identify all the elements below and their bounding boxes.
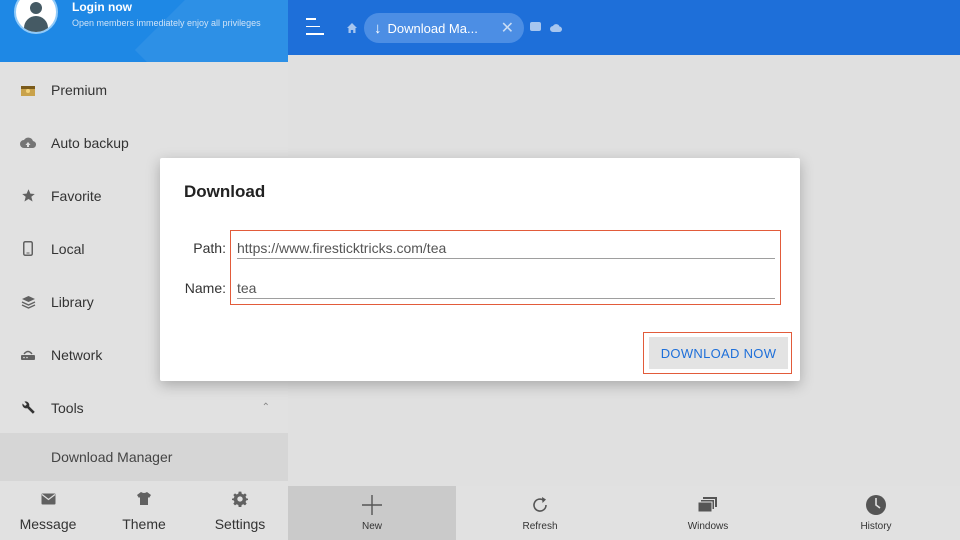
envelope-icon [41, 490, 56, 508]
windows-button[interactable]: Windows [624, 486, 792, 540]
cloud-icon[interactable] [550, 20, 563, 33]
path-input[interactable] [237, 237, 775, 259]
star-icon [20, 188, 36, 204]
sidebar-item-label: Tools [51, 399, 84, 416]
sidebar-item-tools[interactable]: Tools ⌃ [0, 381, 288, 434]
message-label: Message [19, 515, 77, 532]
sidebar-item-label: Favorite [51, 187, 102, 204]
download-now-button[interactable]: DOWNLOAD NOW [649, 337, 788, 369]
theme-label: Theme [122, 515, 166, 532]
sidebar-bottom-bar: Message Theme Settings [0, 481, 288, 540]
new-label: New [361, 521, 382, 532]
subitem-label: Download Manager [51, 449, 173, 465]
login-header[interactable]: Login now Open members immediately enjoy… [0, 0, 288, 62]
cloud-upload-icon [20, 135, 36, 151]
theme-button[interactable]: Theme [96, 481, 192, 540]
dialog-title: Download [184, 182, 266, 201]
top-bar: ↓ Download Ma... ✕ [288, 0, 960, 55]
refresh-button[interactable]: Refresh [456, 486, 624, 540]
download-dialog: Download Path: Name: DOWNLOAD NOW [160, 158, 800, 381]
phone-icon [20, 241, 36, 257]
message-button[interactable]: Message [0, 481, 96, 540]
windows-icon [697, 494, 719, 516]
router-icon [20, 347, 36, 363]
sidebar-subitem-download-manager[interactable]: Download Manager [0, 433, 288, 481]
refresh-label: Refresh [522, 521, 558, 532]
close-icon[interactable]: ✕ [501, 18, 514, 38]
chat-icon[interactable] [530, 22, 541, 31]
new-button[interactable]: New [288, 486, 456, 540]
header-decoration [134, 0, 288, 62]
shirt-icon [136, 490, 152, 508]
tab-download-manager[interactable]: ↓ Download Ma... ✕ [364, 13, 524, 43]
name-label: Name: [184, 280, 226, 296]
layers-icon [20, 294, 36, 310]
chevron-up-icon[interactable]: ⌃ [262, 402, 270, 413]
sidebar-item-label: Local [51, 240, 85, 257]
settings-label: Settings [214, 515, 266, 532]
plus-icon [361, 494, 383, 516]
sidebar-item-premium[interactable]: Premium [0, 63, 288, 116]
home-icon[interactable] [346, 21, 358, 33]
login-title[interactable]: Login now [72, 0, 132, 14]
hamburger-menu-icon[interactable] [306, 18, 324, 36]
download-arrow-icon: ↓ [374, 19, 382, 37]
wrench-icon [20, 400, 36, 416]
path-label: Path: [193, 240, 226, 256]
history-button[interactable]: History [792, 486, 960, 540]
avatar[interactable] [14, 0, 58, 34]
name-input[interactable] [237, 277, 775, 299]
crown-icon [20, 82, 36, 98]
sidebar-item-label: Auto backup [51, 134, 129, 151]
settings-button[interactable]: Settings [192, 481, 288, 540]
sidebar-item-label: Premium [51, 81, 108, 98]
login-subtitle: Open members immediately enjoy all privi… [72, 18, 261, 28]
windows-label: Windows [687, 521, 729, 532]
sidebar-item-label: Network [51, 346, 103, 363]
sidebar-item-label: Library [51, 293, 94, 310]
gear-icon [232, 490, 248, 508]
bottom-nav: New Refresh Windows History [288, 486, 960, 540]
refresh-icon [530, 494, 550, 516]
tab-label: Download Ma... [387, 20, 478, 36]
clock-icon [865, 494, 887, 516]
history-label: History [860, 521, 892, 532]
